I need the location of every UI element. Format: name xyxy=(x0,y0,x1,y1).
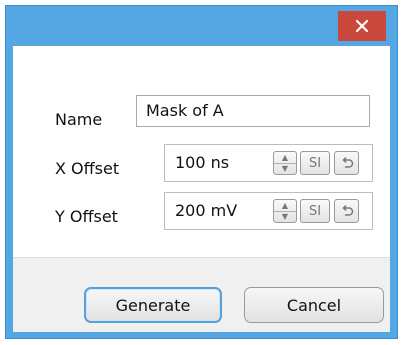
name-label: Name xyxy=(55,110,103,129)
reset-icon xyxy=(341,204,353,216)
x-offset-label: X Offset xyxy=(55,159,120,178)
spin-down-icon[interactable]: ▼ xyxy=(274,212,296,222)
x-offset-field[interactable]: 100 ns ▲ ▼ SI xyxy=(164,144,373,182)
generate-button[interactable]: Generate xyxy=(84,287,222,323)
close-button[interactable] xyxy=(338,11,386,41)
x-offset-spinner[interactable]: ▲ ▼ xyxy=(273,151,297,175)
close-icon xyxy=(355,19,369,33)
x-offset-si-button[interactable]: SI xyxy=(300,151,330,175)
spin-up-icon[interactable]: ▲ xyxy=(274,153,296,164)
y-offset-value[interactable]: 200 mV xyxy=(175,193,237,229)
y-offset-field[interactable]: 200 mV ▲ ▼ SI xyxy=(164,192,373,230)
spin-up-icon[interactable]: ▲ xyxy=(274,201,296,212)
y-offset-reset-button[interactable] xyxy=(334,199,359,223)
x-offset-value[interactable]: 100 ns xyxy=(175,145,229,181)
reset-icon xyxy=(341,156,353,168)
spin-down-icon[interactable]: ▼ xyxy=(274,164,296,174)
x-offset-reset-button[interactable] xyxy=(334,151,359,175)
form-panel: Name Mask of A X Offset 100 ns ▲ ▼ SI Y … xyxy=(13,46,390,258)
name-field[interactable]: Mask of A xyxy=(136,95,370,127)
y-offset-spinner[interactable]: ▲ ▼ xyxy=(273,199,297,223)
y-offset-si-button[interactable]: SI xyxy=(300,199,330,223)
cancel-button[interactable]: Cancel xyxy=(244,287,384,323)
y-offset-label: Y Offset xyxy=(55,207,118,226)
dialog-client-area: Name Mask of A X Offset 100 ns ▲ ▼ SI Y … xyxy=(13,46,390,332)
dialog-window: Name Mask of A X Offset 100 ns ▲ ▼ SI Y … xyxy=(5,5,398,339)
